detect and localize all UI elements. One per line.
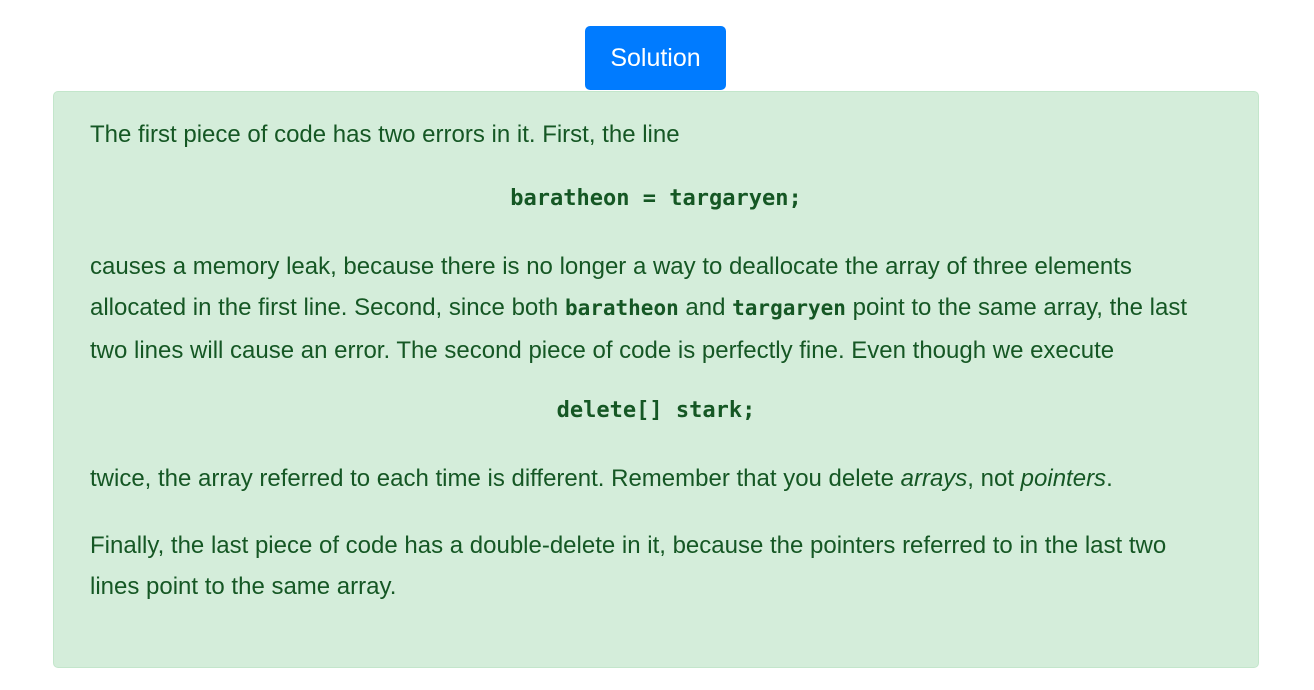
- paragraph-text: twice, the array referred to each time i…: [90, 465, 901, 492]
- inline-code-baratheon: baratheon: [564, 296, 679, 320]
- solution-panel: The first piece of code has two errors i…: [53, 91, 1259, 668]
- solution-button[interactable]: Solution: [585, 26, 726, 90]
- paragraph-text: .: [1106, 465, 1113, 492]
- paragraph-text: and: [678, 294, 733, 321]
- emphasis-arrays: arrays: [900, 465, 968, 492]
- emphasis-pointers: pointers: [1020, 465, 1107, 492]
- solution-paragraph-1: The first piece of code has two errors i…: [90, 121, 680, 148]
- code-snippet-delete: delete[] stark;: [556, 398, 756, 423]
- inline-code-targaryen: targaryen: [732, 296, 846, 320]
- paragraph-text: , not: [967, 465, 1021, 492]
- solution-paragraph-2: causes a memory leak, because there is n…: [90, 246, 1222, 372]
- solution-paragraph-3: twice, the array referred to each time i…: [90, 458, 1222, 500]
- code-snippet-assignment: baratheon = targaryen;: [510, 185, 802, 211]
- solution-paragraph-4: Finally, the last piece of code has a do…: [90, 531, 1167, 601]
